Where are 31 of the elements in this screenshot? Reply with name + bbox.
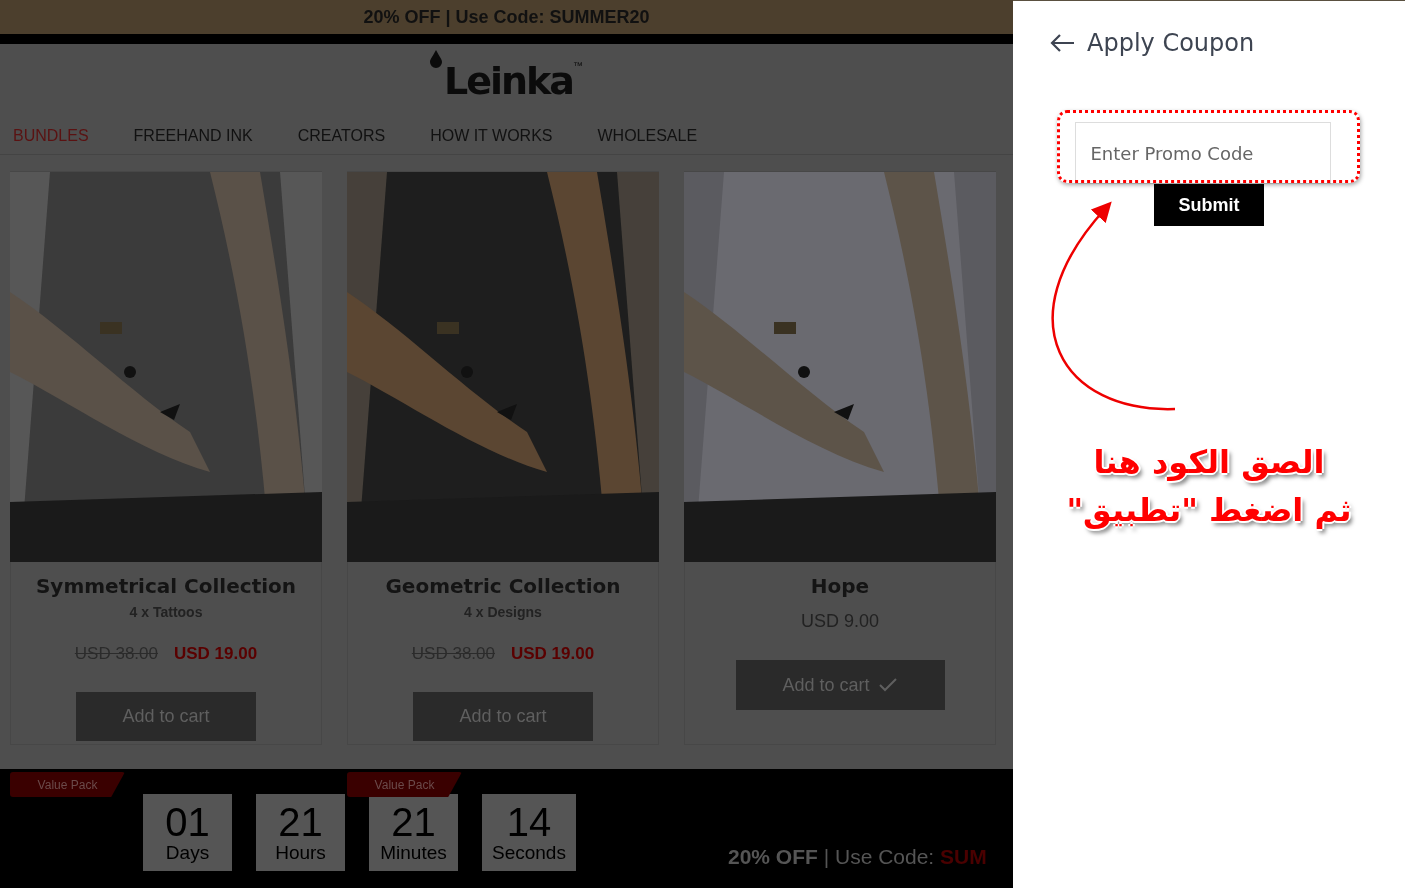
promo-banner: 20% OFF | Use Code: SUMMER20	[0, 0, 1013, 34]
annotation-text: ثم اضغط "تطبيق"	[1066, 490, 1352, 531]
product-title: Symmetrical Collection	[35, 574, 297, 598]
product-title: Hope	[810, 574, 870, 598]
submit-button[interactable]: Submit	[1154, 184, 1264, 226]
countdown-label: Minutes	[379, 842, 448, 865]
back-arrow-icon[interactable]	[1049, 33, 1075, 53]
panel-title: Apply Coupon	[1087, 28, 1255, 59]
promo-code-field[interactable]: Enter Promo Code	[1074, 122, 1331, 184]
product-title: Geometric Collection	[385, 574, 621, 598]
value-pack-badge: Value Pack	[347, 772, 462, 797]
countdown-label: Days	[164, 842, 211, 865]
nav-link[interactable]: WHOLESALE	[584, 124, 711, 148]
trademark-mark: ™	[573, 59, 583, 73]
countdown-label: Hours	[274, 842, 327, 865]
countdown-number: 21	[390, 802, 437, 842]
sale-price: USD 19.00	[174, 643, 258, 665]
nav-link[interactable]: CREATORS	[284, 124, 399, 148]
nav-link[interactable]: BUNDLES	[0, 124, 102, 148]
nav-link[interactable]: HOW IT WORKS	[417, 124, 566, 148]
nav-link[interactable]: FREEHAND INK	[120, 124, 266, 148]
annotation-text: الصق الكود هنا	[1093, 442, 1325, 483]
value-pack-badge: Value Pack	[10, 772, 125, 797]
ink-drop-icon	[430, 50, 442, 68]
countdown-label: Seconds	[492, 842, 566, 865]
countdown-number: 14	[505, 802, 553, 842]
countdown-number: 21	[277, 802, 324, 842]
promo-text: 20% OFF | Use Code: SUM	[728, 844, 987, 870]
countdown-number: 01	[164, 802, 211, 842]
sale-price: USD 19.00	[511, 643, 595, 665]
logo[interactable]: Leinka	[444, 62, 573, 100]
